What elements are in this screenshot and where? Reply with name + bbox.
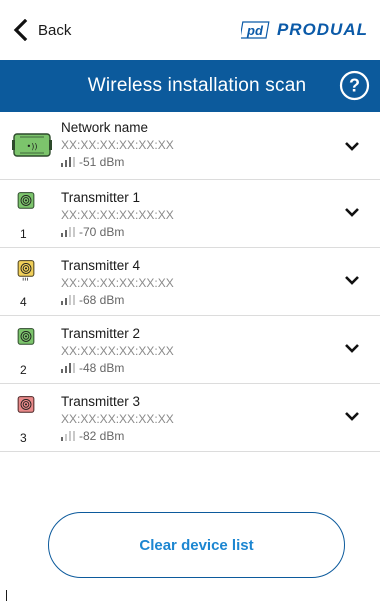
chevron-down-icon[interactable] bbox=[344, 274, 360, 286]
clear-device-list-button[interactable]: Clear device list bbox=[48, 512, 345, 578]
question-mark-circle-icon[interactable]: ? bbox=[339, 70, 370, 101]
signal-rssi: -70 dBm bbox=[79, 225, 125, 239]
chevron-down-icon[interactable] bbox=[344, 342, 360, 354]
svg-text:•)): •)) bbox=[27, 142, 38, 151]
device-list: •)) Network name XX:XX:XX:XX:XX:XX -51 d… bbox=[0, 112, 380, 452]
signal-rssi: -48 dBm bbox=[79, 361, 125, 375]
device-name: Transmitter 2 bbox=[61, 326, 141, 341]
top-bar: Back pd PRODUAL bbox=[0, 0, 380, 60]
device-row-network[interactable]: •)) Network name XX:XX:XX:XX:XX:XX -51 d… bbox=[0, 112, 380, 180]
svg-text:?: ? bbox=[349, 76, 360, 96]
device-info: Network name XX:XX:XX:XX:XX:XX -51 dBm bbox=[61, 120, 174, 169]
edge-divider bbox=[6, 590, 7, 601]
device-mac: XX:XX:XX:XX:XX:XX bbox=[61, 276, 174, 290]
signal-rssi: -82 dBm bbox=[79, 429, 125, 443]
device-info: Transmitter 3 XX:XX:XX:XX:XX:XX -82 dBm bbox=[61, 394, 174, 443]
signal-strength: -48 dBm bbox=[61, 361, 174, 375]
back-label: Back bbox=[38, 21, 72, 39]
device-row-transmitter-4[interactable]: 4 Transmitter 4 XX:XX:XX:XX:XX:XX -68 dB… bbox=[0, 258, 380, 316]
logo-mark-icon: pd bbox=[240, 21, 271, 39]
signal-rssi: -51 dBm bbox=[79, 155, 125, 169]
device-name: Transmitter 4 bbox=[61, 258, 141, 273]
transmitter-icon bbox=[17, 396, 35, 413]
brand-logo: pd PRODUAL bbox=[240, 20, 368, 40]
transmitter-icon bbox=[17, 328, 35, 345]
page-title: Wireless installation scan bbox=[87, 75, 307, 96]
device-row-transmitter-2[interactable]: 2 Transmitter 2 XX:XX:XX:XX:XX:XX -48 dB… bbox=[0, 326, 380, 384]
svg-text:pd: pd bbox=[246, 23, 264, 38]
gateway-icon: •)) bbox=[12, 133, 52, 157]
device-info: Transmitter 2 XX:XX:XX:XX:XX:XX -48 dBm bbox=[61, 326, 174, 375]
chevron-down-icon[interactable] bbox=[344, 410, 360, 422]
page-header: Wireless installation scan ? bbox=[0, 60, 380, 112]
signal-bars-icon bbox=[61, 227, 75, 237]
transmitter-number: 1 bbox=[20, 227, 27, 241]
signal-strength: -82 dBm bbox=[61, 429, 174, 443]
transmitter-number: 3 bbox=[20, 431, 27, 445]
device-name: Network name bbox=[61, 120, 149, 135]
transmitter-icon bbox=[17, 260, 35, 281]
device-mac: XX:XX:XX:XX:XX:XX bbox=[61, 138, 174, 152]
device-mac: XX:XX:XX:XX:XX:XX bbox=[61, 344, 174, 358]
signal-strength: -68 dBm bbox=[61, 293, 174, 307]
device-mac: XX:XX:XX:XX:XX:XX bbox=[61, 412, 174, 426]
logo-text: PRODUAL bbox=[276, 20, 368, 39]
back-button[interactable]: Back bbox=[12, 19, 71, 41]
transmitter-icon bbox=[17, 192, 35, 209]
device-info: Transmitter 1 XX:XX:XX:XX:XX:XX -70 dBm bbox=[61, 190, 174, 239]
device-row-transmitter-3[interactable]: 3 Transmitter 3 XX:XX:XX:XX:XX:XX -82 dB… bbox=[0, 394, 380, 452]
signal-strength: -70 dBm bbox=[61, 225, 174, 239]
signal-bars-icon bbox=[61, 157, 75, 167]
device-name: Transmitter 3 bbox=[61, 394, 141, 409]
chevron-down-icon[interactable] bbox=[344, 206, 360, 218]
signal-bars-icon bbox=[61, 295, 75, 305]
signal-bars-icon bbox=[61, 431, 75, 441]
chevron-down-icon[interactable] bbox=[344, 140, 360, 152]
signal-strength: -51 dBm bbox=[61, 155, 174, 169]
device-info: Transmitter 4 XX:XX:XX:XX:XX:XX -68 dBm bbox=[61, 258, 174, 307]
device-mac: XX:XX:XX:XX:XX:XX bbox=[61, 208, 174, 222]
chevron-left-icon bbox=[13, 19, 28, 41]
device-row-transmitter-1[interactable]: 1 Transmitter 1 XX:XX:XX:XX:XX:XX -70 dB… bbox=[0, 190, 380, 248]
transmitter-number: 4 bbox=[20, 295, 27, 309]
device-name: Transmitter 1 bbox=[61, 190, 141, 205]
transmitter-number: 2 bbox=[20, 363, 27, 377]
signal-rssi: -68 dBm bbox=[79, 293, 125, 307]
clear-device-list-label: Clear device list bbox=[139, 536, 254, 554]
signal-bars-icon bbox=[61, 363, 75, 373]
